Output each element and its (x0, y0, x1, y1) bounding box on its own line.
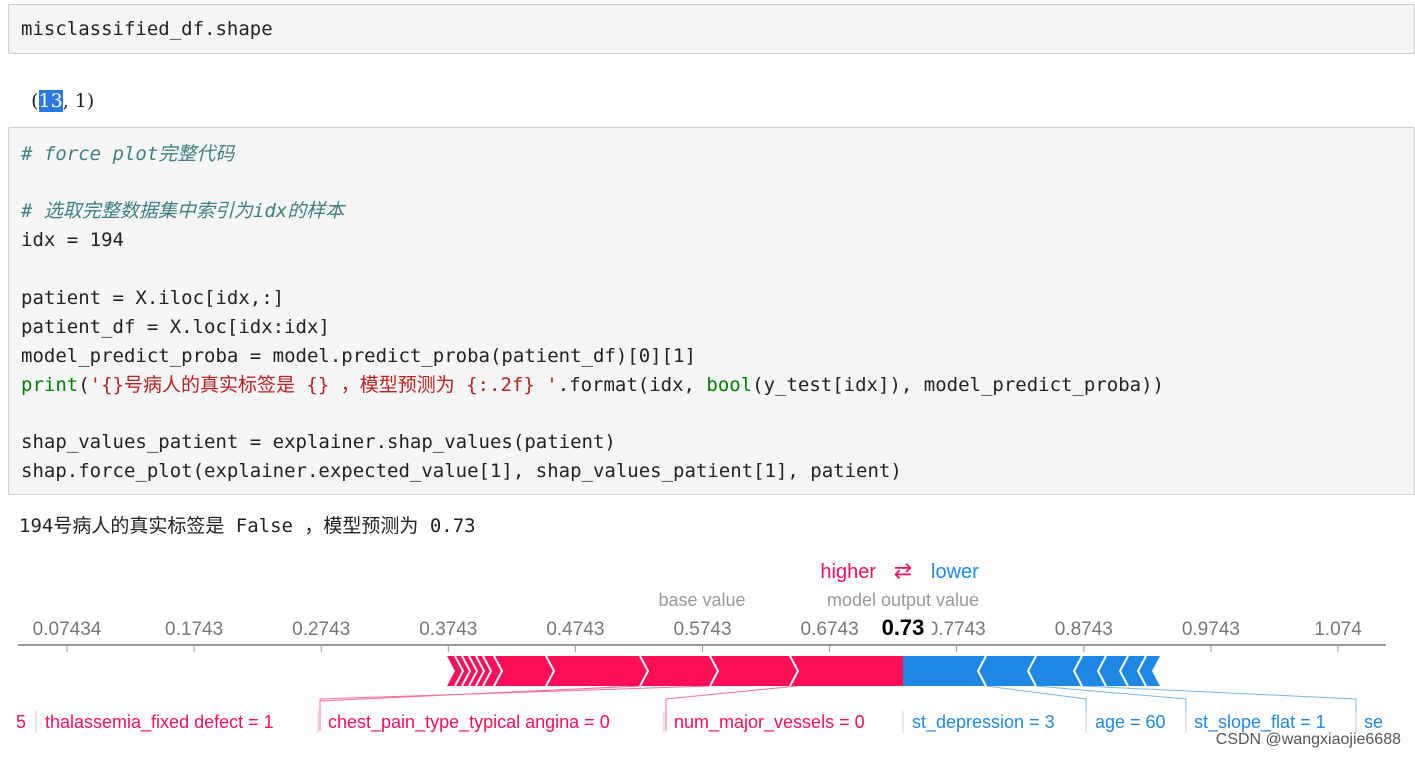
output-value: 0.73 (882, 615, 925, 640)
feature-label-st-depression: st_depression = 3 (912, 712, 1055, 733)
cell-output-print: 194号病人的真实标签是 False ，模型预测为 0.73 (19, 515, 476, 537)
axis-ticks: 0.07434 0.1743 0.2743 0.3743 0.4743 0.5743 0.6… (33, 619, 1362, 652)
tick-label: 0.4743 (546, 619, 604, 640)
watermark: CSDN @wangxiaojie6688 (1215, 731, 1401, 748)
code-line: idx = 194 (21, 229, 124, 251)
tick-label: 0.6743 (801, 619, 859, 640)
tick-label: 0.2743 (292, 619, 350, 640)
code-comment: # 选取完整数据集中索引为idx的样本 (21, 200, 345, 222)
code-comment: # force plot完整代码 (21, 143, 235, 165)
output-paren: ( (31, 90, 39, 112)
tick-label: 0.8743 (1055, 619, 1113, 640)
print-keyword: print (21, 374, 79, 396)
output-value-label: model output value (827, 590, 979, 610)
legend-lower: lower (931, 561, 979, 583)
print-string: '{}号病人的真实标签是 {} ，模型预测为 {:.2f} ' (89, 374, 558, 396)
cell-output-shape: (13, 1) (19, 68, 94, 112)
output-rest: , 1) (62, 90, 95, 112)
code-line: shap_values_patient = explainer.shap_val… (21, 431, 616, 453)
tick-label: 1.074 (1314, 619, 1362, 640)
shap-force-plot: higher ⇄ lower base value model output v… (16, 559, 1386, 733)
legend-higher: higher (820, 561, 876, 583)
bool-keyword: bool (706, 374, 753, 396)
positive-shap-bar (447, 656, 903, 686)
code-line: shap.force_plot(explainer.expected_value… (21, 460, 902, 482)
feature-label-thalassemia: thalassemia_fixed defect = 1 (45, 712, 274, 733)
feature-label-left: 5 (16, 712, 26, 732)
code-line: patient = X.iloc[idx,:] (21, 287, 285, 309)
base-value-label: base value (658, 590, 745, 610)
tick-label: 0.5743 (673, 619, 731, 640)
code-line-print: print('{}号病人的真实标签是 {} ，模型预测为 {:.2f} '.fo… (21, 371, 1164, 400)
code-line: patient_df = X.loc[idx:idx] (21, 316, 330, 338)
tick-label: 0.1743 (165, 619, 223, 640)
code-line: misclassified_df.shape (21, 18, 273, 40)
print-open: ( (78, 374, 90, 396)
code-cell-shape[interactable]: misclassified_df.shape (8, 4, 1415, 54)
feature-label-num-vessels: num_major_vessels = 0 (674, 712, 865, 733)
feature-label-age: age = 60 (1095, 712, 1166, 732)
tick-label: 0.9743 (1182, 619, 1240, 640)
selected-text[interactable]: 13 (38, 90, 63, 112)
feature-label-st-slope: st_slope_flat = 1 (1194, 712, 1326, 733)
negative-shap-bar (903, 656, 1160, 686)
code-line: model_predict_proba = model.predict_prob… (21, 345, 696, 367)
tick-label: 0.07434 (33, 619, 102, 640)
tick-label: 0.7743 (928, 619, 986, 640)
code-cell-force-plot[interactable]: # force plot完整代码 # 选取完整数据集中索引为idx的样本 idx… (8, 127, 1415, 495)
tick-label: 0.3743 (419, 619, 477, 640)
legend-arrows-icon: ⇄ (894, 559, 912, 584)
print-mid: .format(idx, (557, 374, 707, 396)
feature-label-truncated: se (1364, 712, 1383, 732)
feature-label-chest-pain: chest_pain_type_typical angina = 0 (328, 712, 610, 733)
print-end: (y_test[idx]), model_predict_proba)) (752, 374, 1164, 396)
